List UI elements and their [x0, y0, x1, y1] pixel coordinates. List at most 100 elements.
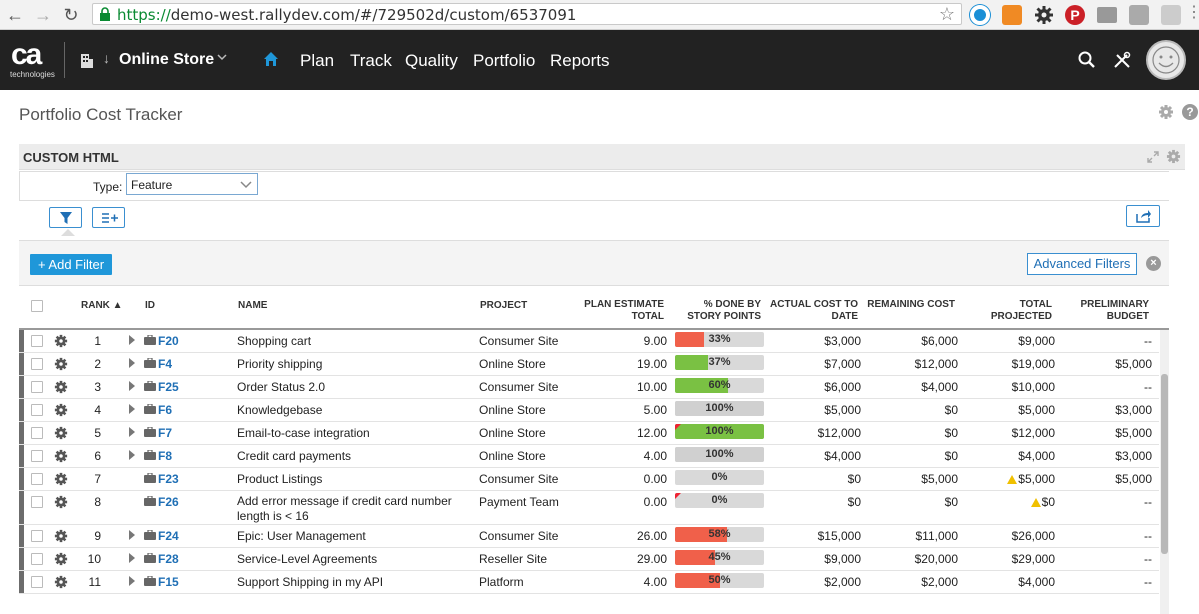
help-icon[interactable]: ? — [1182, 104, 1198, 120]
table-row[interactable]: 10 F28 Service-Level Agreements Reseller Si… — [19, 548, 1159, 571]
expand-arrow-icon[interactable] — [129, 404, 135, 414]
row-gear-icon[interactable] — [54, 334, 68, 348]
type-select[interactable]: Feature — [126, 173, 258, 195]
table-row[interactable]: 8 F26 Add error message if credit card num… — [19, 491, 1159, 525]
row-checkbox[interactable] — [31, 335, 43, 347]
row-checkbox[interactable] — [31, 358, 43, 370]
expand-arrow-icon[interactable] — [129, 450, 135, 460]
gear-icon[interactable] — [1158, 104, 1174, 120]
col-total-projected[interactable]: TOTAL PROJECTED — [979, 299, 1052, 323]
col-rank[interactable]: RANK ▲ — [81, 300, 123, 312]
advanced-filters-button[interactable]: Advanced Filters — [1027, 253, 1137, 275]
menu-quality[interactable]: Quality — [405, 51, 458, 71]
table-row[interactable]: 5 F7 Email-to-case integration Online Store… — [19, 422, 1159, 445]
id-link[interactable]: F28 — [158, 552, 179, 566]
field-picker-button[interactable] — [92, 207, 125, 228]
forward-arrow-icon[interactable]: → — [32, 4, 54, 26]
row-checkbox[interactable] — [31, 427, 43, 439]
id-link[interactable]: F4 — [158, 357, 172, 371]
expand-arrow-icon[interactable] — [129, 358, 135, 368]
col-id[interactable]: ID — [145, 300, 155, 312]
ca-logo[interactable]: ca technologies — [8, 38, 56, 82]
id-link[interactable]: F6 — [158, 403, 172, 417]
search-icon[interactable] — [1077, 50, 1097, 70]
chevron-down-icon[interactable] — [216, 51, 228, 63]
extension-circle-icon[interactable] — [970, 5, 990, 25]
clear-filter-icon[interactable]: × — [1146, 256, 1161, 271]
row-gear-icon[interactable] — [54, 552, 68, 566]
table-row[interactable]: 9 F24 Epic: User Management Consumer Site 26… — [19, 525, 1159, 548]
id-link[interactable]: F15 — [158, 575, 179, 589]
table-row[interactable]: 7 F23 Product Listings Consumer Site 0.00 0% $… — [19, 468, 1159, 491]
col-preliminary-budget[interactable]: PRELIMINARY BUDGET — [1069, 299, 1149, 323]
expand-arrow-icon[interactable] — [129, 530, 135, 540]
select-all-checkbox[interactable] — [31, 300, 43, 312]
table-row[interactable]: 11 F15 Support Shipping in my API Platform 4… — [19, 571, 1159, 594]
row-checkbox[interactable] — [31, 530, 43, 542]
expand-icon[interactable] — [1146, 150, 1160, 164]
extension-gear-icon[interactable] — [1034, 5, 1054, 25]
row-checkbox[interactable] — [31, 381, 43, 393]
export-button[interactable] — [1126, 205, 1160, 227]
pinterest-icon[interactable]: P — [1065, 5, 1085, 25]
id-link[interactable]: F8 — [158, 449, 172, 463]
id-link[interactable]: F26 — [158, 495, 179, 509]
row-gear-icon[interactable] — [54, 449, 68, 463]
filter-toggle-button[interactable] — [49, 207, 82, 228]
id-link[interactable]: F20 — [158, 334, 179, 348]
panel-gear-icon[interactable] — [1166, 149, 1181, 164]
expand-arrow-icon[interactable] — [129, 427, 135, 437]
expand-arrow-icon[interactable] — [129, 335, 135, 345]
add-filter-button[interactable]: + Add Filter — [30, 254, 112, 275]
table-row[interactable]: 4 F6 Knowledgebase Online Store 5.00 100% $5,0… — [19, 399, 1159, 422]
table-row[interactable]: 6 F8 Credit card payments Online Store 4.00 1… — [19, 445, 1159, 468]
extension-gray-icon[interactable] — [1097, 7, 1117, 23]
row-gear-icon[interactable] — [54, 426, 68, 440]
scroll-thumb[interactable] — [1161, 374, 1168, 554]
row-checkbox[interactable] — [31, 553, 43, 565]
col-actual-cost[interactable]: ACTUAL COST TO DATE — [769, 299, 858, 323]
id-link[interactable]: F23 — [158, 472, 179, 486]
row-checkbox[interactable] — [31, 496, 43, 508]
bookmark-star-icon[interactable]: ☆ — [939, 4, 955, 25]
extension-drive-icon[interactable] — [1161, 5, 1181, 25]
address-bar[interactable]: https://demo-west.rallydev.com/#/729502d… — [92, 3, 962, 25]
menu-track[interactable]: Track — [350, 51, 392, 71]
reload-icon[interactable]: ↻ — [60, 4, 82, 26]
row-checkbox[interactable] — [31, 576, 43, 588]
table-row[interactable]: 2 F4 Priority shipping Online Store 19.00 37%… — [19, 353, 1159, 376]
tools-icon[interactable] — [1112, 50, 1132, 70]
extension-square-icon[interactable] — [1129, 5, 1149, 25]
avatar[interactable] — [1146, 40, 1186, 80]
id-link[interactable]: F7 — [158, 426, 172, 440]
expand-arrow-icon[interactable] — [129, 553, 135, 563]
row-gear-icon[interactable] — [54, 529, 68, 543]
menu-plan[interactable]: Plan — [300, 51, 334, 71]
row-gear-icon[interactable] — [54, 380, 68, 394]
col-name[interactable]: NAME — [238, 300, 267, 312]
id-link[interactable]: F24 — [158, 529, 179, 543]
table-row[interactable]: 1 F20 Shopping cart Consumer Site 9.00 33% $3,… — [19, 330, 1159, 353]
back-arrow-icon[interactable]: ← — [4, 4, 26, 26]
row-gear-icon[interactable] — [54, 472, 68, 486]
col-pct-done[interactable]: % DONE BY STORY POINTS — [681, 299, 761, 323]
expand-arrow-icon[interactable] — [129, 381, 135, 391]
chrome-menu-icon[interactable]: ⋮ — [1186, 5, 1199, 25]
id-link[interactable]: F25 — [158, 380, 179, 394]
row-gear-icon[interactable] — [54, 495, 68, 509]
row-checkbox[interactable] — [31, 473, 43, 485]
menu-portfolio[interactable]: Portfolio — [473, 51, 535, 71]
row-gear-icon[interactable] — [54, 575, 68, 589]
home-icon[interactable] — [263, 51, 279, 67]
col-plan-estimate[interactable]: PLAN ESTIMATE TOTAL — [579, 299, 664, 323]
expand-arrow-icon[interactable] — [129, 576, 135, 586]
col-remaining-cost[interactable]: REMAINING COST — [859, 299, 955, 311]
vertical-scrollbar[interactable] — [1160, 330, 1169, 614]
menu-reports[interactable]: Reports — [550, 51, 610, 71]
row-checkbox[interactable] — [31, 450, 43, 462]
row-checkbox[interactable] — [31, 404, 43, 416]
extension-orange-icon[interactable] — [1002, 5, 1022, 25]
table-row[interactable]: 3 F25 Order Status 2.0 Consumer Site 10.00 60… — [19, 376, 1159, 399]
row-gear-icon[interactable] — [54, 403, 68, 417]
project-picker[interactable]: Online Store — [119, 51, 214, 69]
